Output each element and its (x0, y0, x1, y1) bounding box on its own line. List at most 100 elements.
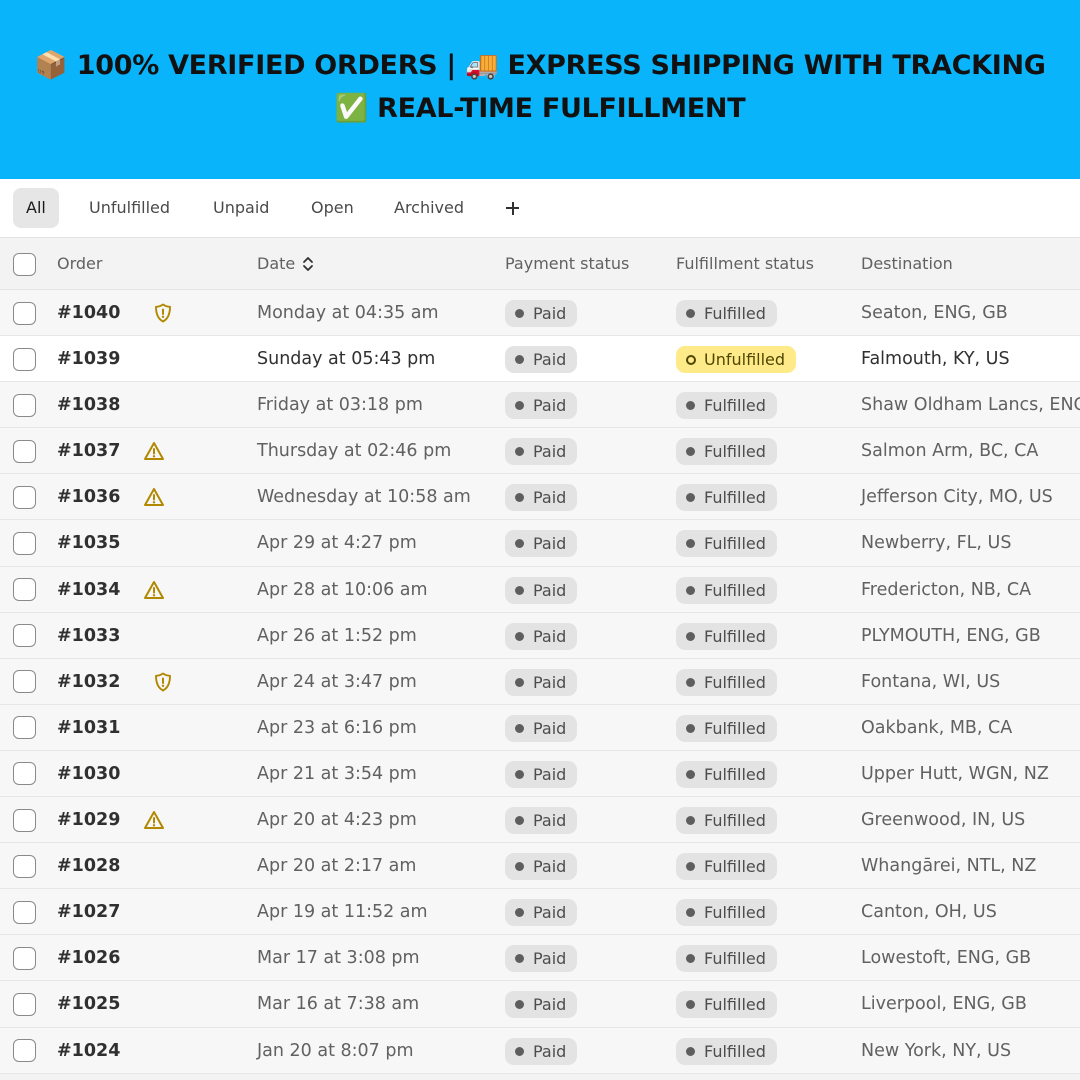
order-number[interactable]: #1027 (57, 889, 120, 935)
promo-banner: 📦 100% VERIFIED ORDERS | 🚚 EXPRESS SHIPP… (0, 0, 1080, 179)
table-row[interactable]: #1038 Friday at 03:18 pm Paid Fulfilled Shaw… (0, 382, 1080, 429)
table-row[interactable]: #1037 Thursday at 02:46 pm Paid Fulfilled Sa… (0, 428, 1080, 475)
table-row[interactable]: #1029 Apr 20 at 4:23 pm Paid Fulfilled Green… (0, 797, 1080, 844)
row-checkbox[interactable] (13, 808, 36, 832)
table-row[interactable]: #1034 Apr 28 at 10:06 am Paid Fulfilled Fred… (0, 566, 1080, 613)
table-row[interactable]: #1025 Mar 16 at 7:38 am Paid Fulfilled Liver… (0, 981, 1080, 1028)
order-number[interactable]: #1025 (57, 981, 120, 1027)
fulfillment-status-badge: Fulfilled (676, 668, 777, 696)
order-date: Monday at 04:35 am (257, 303, 439, 323)
payment-status-badge: Paid (505, 807, 578, 835)
shield-alert-icon[interactable] (152, 302, 174, 324)
column-header-date[interactable]: Date (257, 238, 295, 290)
column-header-fulfillment-status[interactable]: Fulfillment status (676, 238, 814, 290)
table-row[interactable]: #1033 Apr 26 at 1:52 pm Paid Fulfilled PLYMO… (0, 612, 1080, 659)
payment-status-badge: Paid (505, 668, 578, 696)
fulfillment-status-badge: Fulfilled (676, 484, 777, 512)
row-checkbox[interactable] (13, 946, 36, 970)
warning-icon[interactable] (143, 486, 165, 508)
order-date: Apr 21 at 3:54 pm (257, 763, 417, 784)
order-destination: Shaw Oldham Lancs, ENG (861, 395, 1080, 416)
add-view-icon[interactable] (500, 188, 526, 228)
select-all-checkbox[interactable] (13, 252, 36, 276)
row-checkbox[interactable] (13, 900, 36, 924)
table-row[interactable]: #1035 Apr 29 at 4:27 pm Paid Fulfilled Newbe… (0, 520, 1080, 567)
order-number[interactable]: #1030 (57, 751, 120, 797)
order-destination: Falmouth, KY, US (861, 349, 1010, 370)
warning-icon[interactable] (143, 809, 165, 831)
order-destination: Canton, OH, US (861, 902, 997, 923)
table-row[interactable]: #1040 Monday at 04:35 am Paid Fulfilled Seat… (0, 290, 1080, 337)
order-destination: Seaton, ENG, GB (861, 303, 1008, 323)
banner-line-1: 📦 100% VERIFIED ORDERS | 🚚 EXPRESS SHIPP… (34, 50, 1046, 81)
order-number[interactable]: #1032 (57, 659, 120, 705)
order-number[interactable]: #1036 (57, 474, 120, 520)
tab-open[interactable]: Open (298, 188, 367, 228)
order-date: Apr 29 at 4:27 pm (257, 533, 417, 554)
table-row[interactable]: #1039 Sunday at 05:43 pm Paid Unfulfilled Fa… (0, 336, 1080, 383)
column-header-destination[interactable]: Destination (861, 238, 953, 290)
table-row[interactable]: #1031 Apr 23 at 6:16 pm Paid Fulfilled Oakba… (0, 704, 1080, 751)
row-checkbox[interactable] (13, 624, 36, 648)
orders-table-body: #1040 Monday at 04:35 am Paid Fulfilled Seat… (0, 290, 1080, 1074)
order-number[interactable]: #1024 (57, 1028, 120, 1074)
order-number[interactable]: #1031 (57, 705, 120, 751)
order-date: Apr 24 at 3:47 pm (257, 671, 417, 692)
order-number[interactable]: #1038 (57, 382, 120, 428)
tab-unpaid[interactable]: Unpaid (200, 188, 282, 228)
order-number[interactable]: #1026 (57, 935, 120, 981)
row-checkbox[interactable] (13, 762, 36, 786)
payment-status-badge: Paid (505, 622, 578, 650)
warning-icon[interactable] (143, 440, 165, 462)
row-checkbox[interactable] (13, 854, 36, 878)
tab-all[interactable]: All (13, 188, 59, 228)
order-number[interactable]: #1034 (57, 567, 120, 613)
order-number[interactable]: #1028 (57, 843, 120, 889)
fulfillment-status-badge: Fulfilled (676, 945, 777, 973)
row-checkbox[interactable] (13, 301, 36, 325)
table-header: Order Date Payment status Fulfillment st… (0, 238, 1080, 290)
order-date: Mar 16 at 7:38 am (257, 994, 420, 1015)
order-destination: Lowestoft, ENG, GB (861, 948, 1032, 969)
order-number[interactable]: #1029 (57, 797, 120, 843)
order-number[interactable]: #1040 (57, 290, 120, 336)
order-destination: Upper Hutt, WGN, NZ (861, 763, 1049, 784)
column-header-order[interactable]: Order (57, 238, 102, 290)
row-checkbox[interactable] (13, 670, 36, 694)
shield-alert-icon[interactable] (152, 671, 174, 693)
table-row[interactable]: #1026 Mar 17 at 3:08 pm Paid Fulfilled Lowes… (0, 935, 1080, 982)
column-header-payment-status[interactable]: Payment status (505, 238, 629, 290)
table-row[interactable]: #1024 Jan 20 at 8:07 pm Paid Fulfilled New Y… (0, 1027, 1080, 1074)
payment-status-badge: Paid (505, 714, 578, 742)
table-row[interactable]: #1036 Wednesday at 10:58 am Paid Fulfilled J… (0, 474, 1080, 521)
fulfillment-status-badge: Fulfilled (676, 760, 777, 788)
sort-icon[interactable] (301, 255, 315, 273)
order-destination: Newberry, FL, US (861, 533, 1012, 554)
row-checkbox[interactable] (13, 531, 36, 555)
order-destination: Whangārei, NTL, NZ (861, 856, 1037, 877)
table-row[interactable]: #1027 Apr 19 at 11:52 am Paid Fulfilled Cant… (0, 889, 1080, 936)
row-checkbox[interactable] (13, 716, 36, 740)
order-number[interactable]: #1035 (57, 520, 120, 566)
order-destination: Fontana, WI, US (861, 671, 1001, 692)
order-date: Apr 26 at 1:52 pm (257, 625, 417, 646)
tab-archived[interactable]: Archived (381, 188, 477, 228)
row-checkbox[interactable] (13, 1039, 36, 1062)
row-checkbox[interactable] (13, 347, 36, 371)
table-row[interactable]: #1032 Apr 24 at 3:47 pm Paid Fulfilled Fonta… (0, 658, 1080, 705)
order-number[interactable]: #1039 (57, 336, 120, 382)
row-checkbox[interactable] (13, 578, 36, 602)
order-number[interactable]: #1033 (57, 613, 120, 659)
table-row[interactable]: #1030 Apr 21 at 3:54 pm Paid Fulfilled Upper… (0, 750, 1080, 798)
row-checkbox[interactable] (13, 393, 36, 417)
tab-unfulfilled[interactable]: Unfulfilled (76, 188, 183, 228)
payment-status-badge: Paid (505, 945, 578, 973)
row-checkbox[interactable] (13, 485, 36, 509)
table-row[interactable]: #1028 Apr 20 at 2:17 am Paid Fulfilled Whang… (0, 843, 1080, 890)
order-number[interactable]: #1037 (57, 428, 120, 474)
fulfillment-status-badge: Fulfilled (676, 807, 777, 835)
payment-status-badge: Paid (505, 484, 578, 512)
row-checkbox[interactable] (13, 439, 36, 463)
warning-icon[interactable] (143, 579, 165, 601)
row-checkbox[interactable] (13, 992, 36, 1016)
